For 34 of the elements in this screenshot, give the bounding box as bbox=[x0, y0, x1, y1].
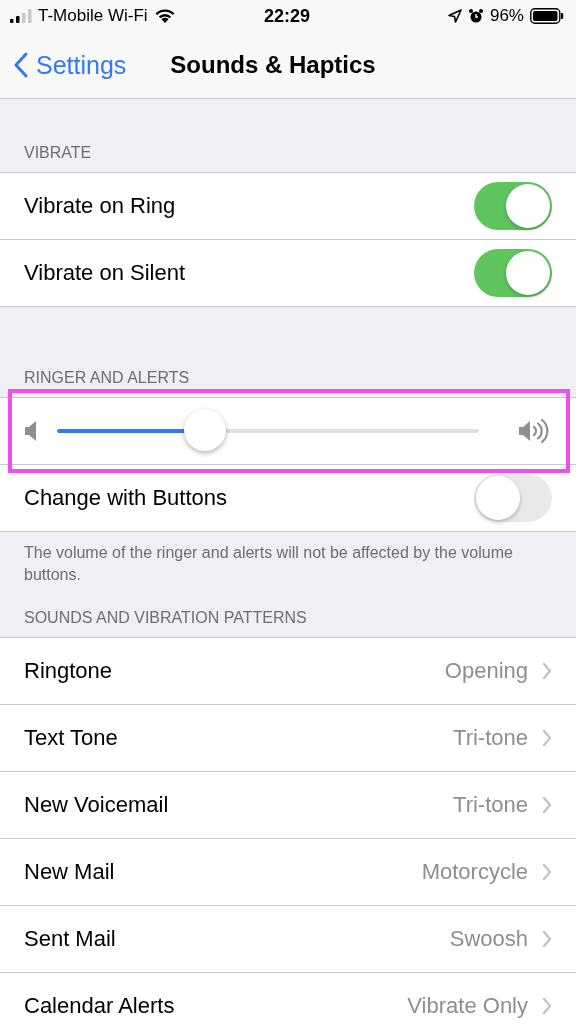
chevron-icon bbox=[542, 795, 552, 814]
row-label: Change with Buttons bbox=[24, 485, 228, 511]
chevron-icon bbox=[542, 996, 552, 1015]
list-item[interactable]: Calendar Alerts Vibrate Only bbox=[0, 972, 576, 1024]
clock-time: 22:29 bbox=[263, 5, 310, 27]
chevron-icon bbox=[542, 929, 552, 948]
battery-percent: 96% bbox=[489, 6, 524, 26]
section-header: SOUNDS AND VIBRATION PATTERNS bbox=[23, 608, 308, 628]
footer-note: The volume of the ringer and alerts will not be affected by the volume buttons. bbox=[23, 543, 514, 586]
row-label: Vibrate on Ring bbox=[24, 193, 176, 219]
section-header: RINGER AND ALERTS bbox=[23, 369, 191, 388]
battery-icon bbox=[530, 8, 564, 24]
section-header: VIBRATE bbox=[23, 144, 93, 163]
list-item[interactable]: Text Tone Tri-tone bbox=[0, 704, 576, 772]
row-label: Vibrate on Silent bbox=[24, 260, 186, 286]
chevron-icon bbox=[542, 728, 552, 747]
carrier-name: T-Mobile Wi-Fi bbox=[38, 6, 148, 26]
list-item[interactable]: Sent Mail Swoosh bbox=[0, 905, 576, 973]
chevron-icon bbox=[542, 661, 552, 680]
location-arrow-icon bbox=[447, 9, 462, 23]
toggle-switch[interactable] bbox=[474, 249, 552, 297]
toggle-switch[interactable] bbox=[474, 182, 552, 230]
list-item[interactable]: New Voicemail Tri-tone bbox=[0, 771, 576, 839]
wifi-icon bbox=[153, 8, 176, 24]
signal-icon bbox=[10, 9, 32, 23]
alarm-clock-icon bbox=[467, 8, 484, 24]
chevron-icon bbox=[542, 862, 552, 881]
back-chevron-icon bbox=[14, 52, 28, 78]
back-button[interactable]: Settings bbox=[0, 50, 127, 80]
list-item[interactable]: Ringtone Opening bbox=[0, 637, 576, 705]
toggle-switch[interactable] bbox=[474, 474, 552, 522]
list-item[interactable]: New Mail Motorcycle bbox=[0, 838, 576, 906]
screen-title: Sounds & Haptics bbox=[170, 51, 376, 79]
speaker-icon bbox=[24, 420, 38, 442]
